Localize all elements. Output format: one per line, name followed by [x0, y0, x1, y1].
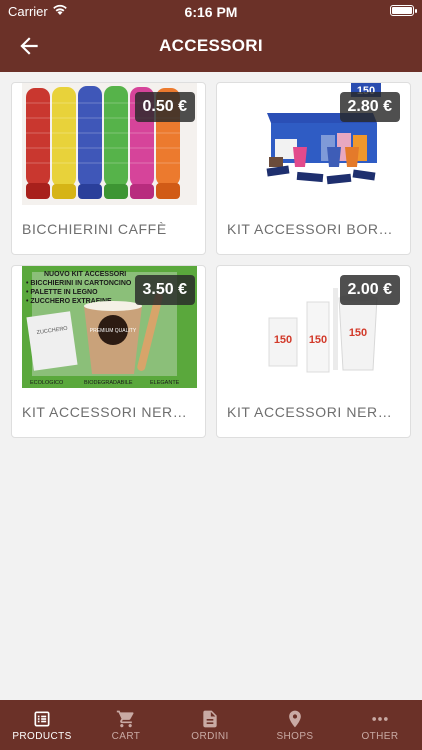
image-line: • PALETTE IN LEGNO [26, 289, 98, 296]
battery-icon [390, 5, 417, 16]
tab-label: CART [111, 731, 141, 742]
tab-cart[interactable]: CART [84, 700, 168, 750]
product-card[interactable]: NUOVO KIT ACCESSORI • BICCHIERINI IN CAR… [11, 265, 206, 438]
product-card[interactable]: 150 2.80 € KIT ACCESSORI BORBONE [216, 82, 411, 255]
more-icon [372, 717, 388, 721]
tab-label: ORDINI [191, 731, 229, 742]
document-icon [203, 710, 217, 728]
page-title: ACCESSORI [159, 36, 263, 55]
image-line: NUOVO KIT ACCESSORI [44, 271, 126, 278]
cup-text: PREMIUM QUALITY [90, 328, 137, 334]
cart-icon [116, 710, 134, 728]
price-badge: 0.50 € [134, 92, 195, 122]
location-pin-icon [289, 710, 301, 728]
image-footer: ELEGANTE [150, 380, 180, 386]
price-badge: 2.80 € [339, 92, 400, 122]
product-name: KIT ACCESSORI NERO NERO [22, 404, 195, 420]
cup-label: 150 [349, 327, 367, 339]
tab-products[interactable]: PRODUCTS [0, 700, 84, 750]
products-icon [34, 711, 50, 727]
product-name: KIT ACCESSORI NERO NERO [227, 404, 400, 420]
app-header: Carrier 6:16 PM ACCESSORI [0, 0, 422, 72]
tab-other[interactable]: OTHER [338, 700, 422, 750]
tab-shops[interactable]: SHOPS [253, 700, 337, 750]
pack-label: 150 [274, 334, 292, 346]
image-line: • BICCHIERINI IN CARTONCINO [26, 280, 132, 287]
tab-label: PRODUCTS [12, 731, 72, 742]
product-card[interactable]: 150 150 150 2.00 € KIT ACCESSORI NERO NE… [216, 265, 411, 438]
status-bar: Carrier 6:16 PM [0, 0, 422, 22]
tab-bar: PRODUCTS CART ORDINI SHOPS OTHER [0, 700, 422, 750]
tab-ordini[interactable]: ORDINI [168, 700, 252, 750]
product-name: KIT ACCESSORI BORBONE [227, 221, 400, 237]
product-name: BICCHIERINI CAFFÈ [22, 221, 167, 237]
image-footer: ECOLOGICO [30, 380, 64, 386]
price-badge: 3.50 € [134, 275, 195, 305]
pack-label: 150 [309, 334, 327, 346]
price-badge: 2.00 € [339, 275, 400, 305]
clock: 6:16 PM [184, 4, 238, 20]
product-card[interactable]: 0.50 € BICCHIERINI CAFFÈ [11, 82, 206, 255]
image-footer: BIODEGRADABILE [84, 380, 133, 386]
tab-label: OTHER [361, 731, 399, 742]
tab-label: SHOPS [276, 731, 314, 742]
